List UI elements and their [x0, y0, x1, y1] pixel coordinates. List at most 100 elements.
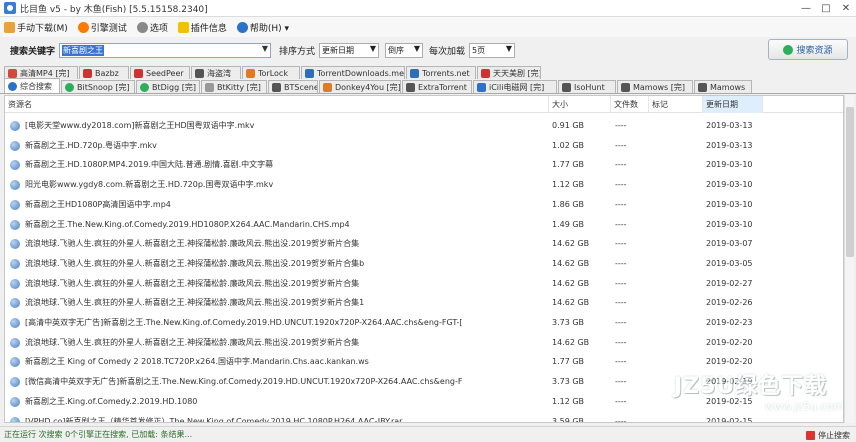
table-row[interactable]: 阳光电影www.ygdy8.com.新喜剧之王.HD.720p.国粤双语中字.m… — [5, 175, 843, 195]
watermark-title: JZ5U绿色下载 — [674, 374, 828, 399]
cell-size: 1.49 GB — [552, 219, 585, 229]
engine-tab[interactable]: Bazbz — [79, 66, 129, 79]
engine-tab[interactable]: 天天美剧 [完] — [477, 66, 541, 79]
engine-tab[interactable]: IsoHunt — [558, 80, 616, 93]
search-bar: 搜索关键字 新喜剧之王 ▼ 排序方式 更新日期 ▼ 倒序 ▼ 每次加载 5页 ▼… — [0, 37, 856, 63]
cell-date: 2019-03-10 — [706, 160, 753, 170]
engine-tab[interactable]: ExtraTorrent — [402, 80, 472, 93]
stop-search-button[interactable]: 停止搜索 — [806, 428, 850, 442]
column-header-name[interactable]: 资源名 — [5, 96, 549, 113]
table-row[interactable]: 新喜剧之王HD1080P高清国语中字.mp4 1.86 GB ---- 2019-03… — [5, 195, 843, 215]
engine-tab[interactable]: iCili电磁网 [完] — [473, 80, 557, 93]
table-row[interactable]: [电影天堂www.dy2018.com]新喜剧之王HD国粤双语中字.mkv 0.9… — [5, 116, 843, 136]
maximize-button[interactable]: □ — [816, 0, 836, 16]
cell-size: 1.86 GB — [552, 199, 585, 209]
status-bar: 正在运行 次搜索 0个引擎正在搜索, 已加载: 条结果... 停止搜索 — [0, 426, 856, 442]
cell-date: 2019-03-10 — [706, 180, 753, 190]
cell-date: 2019-02-23 — [706, 318, 753, 327]
engine-icon — [481, 68, 490, 78]
table-row[interactable]: 新喜剧之王.HD.1080P.MP4.2019.中国大陆.普通.剧情.喜剧.中文… — [5, 155, 843, 175]
engine-tab[interactable]: Torrents.net — [406, 66, 476, 79]
engine-tab-active[interactable]: 综合搜索 — [4, 78, 60, 93]
sort-select[interactable]: 更新日期 ▼ — [319, 42, 380, 58]
menu-manual-download[interactable]: 手动下载(M) — [4, 21, 68, 34]
table-row[interactable]: 流浪地球.飞驰人生.疯狂的外星人.新喜剧之王.神探蒲松龄.廉政风云.熊出没.20… — [5, 293, 843, 313]
cell-files: ---- — [615, 278, 627, 288]
engine-tab[interactable]: Donkey4You [完] — [319, 80, 401, 93]
table-row[interactable]: 流浪地球.飞驰人生.疯狂的外星人.新喜剧之王.神探蒲松龄.廉政风云.熊出没.20… — [5, 254, 843, 274]
per-page-select[interactable]: 5页 ▼ — [469, 42, 516, 58]
cell-files: ---- — [615, 396, 627, 406]
engine-tab[interactable]: TorLock — [242, 66, 300, 79]
table-row[interactable]: 流浪地球.飞驰人生.疯狂的外星人.新喜剧之王.神探蒲松龄.廉政风云.熊出没.20… — [5, 333, 843, 353]
column-header-mark[interactable]: 标记 — [649, 96, 703, 113]
magnet-icon — [10, 219, 20, 230]
magnet-icon — [10, 160, 20, 171]
table-row[interactable]: 流浪地球.飞驰人生.疯狂的外星人.新喜剧之王.神探蒲松龄.廉政风云.熊出没.20… — [5, 274, 843, 294]
per-page-value: 5页 — [472, 45, 486, 55]
magnet-icon — [10, 199, 20, 210]
menu-plugin-info[interactable]: 插件信息 — [177, 21, 227, 34]
engine-tab-label: Mamows [完] — [633, 82, 685, 92]
magnet-icon — [10, 396, 20, 407]
order-select[interactable]: 倒序 ▼ — [385, 42, 424, 58]
menu-options[interactable]: 选项 — [136, 21, 168, 34]
engine-tab[interactable]: SeedPeer — [130, 66, 190, 79]
keyword-input[interactable]: 新喜剧之王 ▼ — [59, 42, 272, 58]
menu-label: 手动下载(M) — [17, 23, 68, 34]
minimize-button[interactable]: — — [796, 0, 816, 16]
cell-size: 1.77 GB — [552, 357, 585, 367]
engine-tab-label: Torrents.net — [422, 68, 470, 78]
table-row[interactable]: 流浪地球.飞驰人生.疯狂的外星人.新喜剧之王.神探蒲松龄.廉政风云.熊出没.20… — [5, 234, 843, 254]
column-header-date[interactable]: 更新日期 — [703, 96, 763, 113]
column-header-size[interactable]: 大小 — [549, 96, 611, 113]
chevron-down-icon[interactable]: ▼ — [262, 44, 268, 53]
cell-name: 新喜剧之王 King of Comedy 2 2018.TC720P.x264.… — [25, 357, 369, 367]
engine-tab-label: TorrentDownloads.me — [317, 68, 405, 78]
engine-tab-label: iCili电磁网 [完] — [489, 82, 545, 92]
cell-size: 1.12 GB — [552, 180, 585, 190]
engine-tab-label: BTScene — [284, 82, 318, 92]
gear-icon — [136, 21, 148, 33]
scrollbar-thumb[interactable] — [846, 107, 854, 257]
engine-tab[interactable]: BitSnoop [完] — [61, 80, 135, 93]
cell-name: 新喜剧之王.King.of.Comedy.2.2019.HD.1080 — [25, 396, 198, 406]
cell-files: ---- — [615, 377, 627, 387]
chevron-down-icon: ▼ — [505, 43, 513, 53]
cell-name: 流浪地球.飞驰人生.疯狂的外星人.新喜剧之王.神探蒲松龄.廉政风云.熊出没.20… — [25, 298, 365, 308]
engine-tab-label: 高清MP4 [完] — [20, 68, 70, 78]
watermark: JZ5U绿色下载 www.jz5u.com — [674, 368, 854, 424]
menu-engine-test[interactable]: 引擎测试 — [77, 21, 127, 34]
cell-size: 1.12 GB — [552, 396, 585, 406]
mail-icon — [177, 21, 189, 33]
engine-tab-label: 综合搜索 — [20, 81, 52, 91]
engine-tab[interactable]: Mamows — [694, 80, 752, 93]
engine-tab[interactable]: Mamows [完] — [617, 80, 693, 93]
magnet-icon — [10, 121, 20, 131]
engine-tab[interactable]: BtDigg [完] — [136, 80, 200, 93]
cell-name: 流浪地球.飞驰人生.疯狂的外星人.新喜剧之王.神探蒲松龄.廉政风云.熊出没.20… — [25, 258, 365, 268]
engine-tab[interactable]: TorrentDownloads.me — [301, 66, 405, 79]
cell-files: ---- — [615, 298, 627, 308]
table-row[interactable]: 新喜剧之王.HD.720p.粤语中字.mkv 1.02 GB ---- 2019-03… — [5, 136, 843, 156]
engine-tab[interactable]: 海盗湾 — [191, 66, 241, 79]
menu-label: 引擎测试 — [90, 23, 127, 34]
keyword-value: 新喜剧之王 — [62, 44, 105, 56]
search-button[interactable]: 搜索资源 — [768, 39, 848, 60]
cell-name: 新喜剧之王HD1080P高清国语中字.mp4 — [25, 199, 171, 209]
magnet-icon — [10, 357, 20, 368]
cell-name: [高清中英双字无广告]新喜剧之王.The.New.King.of.Comedy.… — [25, 318, 463, 327]
table-row[interactable]: [高清中英双字无广告]新喜剧之王.The.New.King.of.Comedy.… — [5, 313, 843, 333]
cell-files: ---- — [615, 239, 627, 249]
column-header-files[interactable]: 文件数 — [611, 96, 649, 113]
cell-name: 新喜剧之王.HD.720p.粤语中字.mkv — [25, 140, 157, 150]
engine-tab[interactable]: BtKitty [完] — [201, 80, 267, 93]
table-row[interactable]: 新喜剧之王.The.New.King.of.Comedy.2019.HD1080… — [5, 215, 843, 235]
cell-size: 3.73 GB — [552, 318, 585, 327]
cell-size: 1.77 GB — [552, 160, 585, 170]
engine-icon — [477, 82, 486, 92]
engine-tab[interactable]: BTScene — [268, 80, 318, 93]
close-button[interactable]: ✕ — [836, 0, 856, 16]
menu-help[interactable]: 帮助(H) ▾ — [236, 21, 289, 34]
menu-label: 插件信息 — [190, 23, 227, 34]
